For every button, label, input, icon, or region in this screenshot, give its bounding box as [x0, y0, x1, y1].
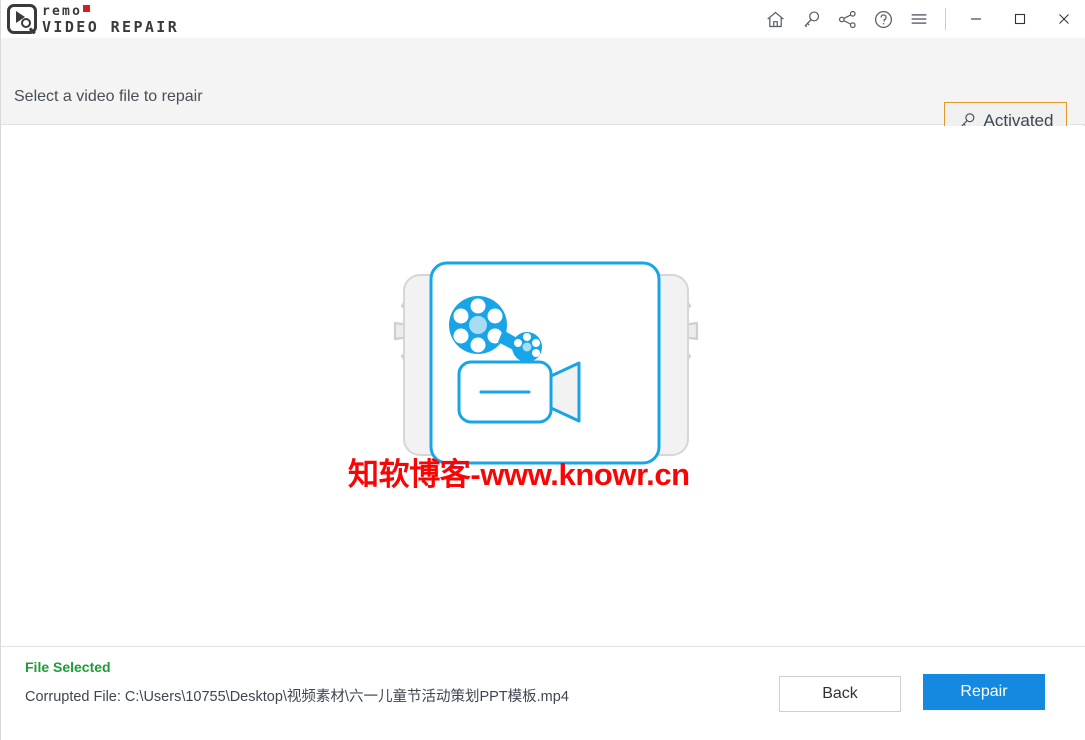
selected-file-path: Corrupted File: C:\Users\10755\Desktop\视…	[25, 689, 569, 705]
back-button[interactable]: Back	[779, 676, 901, 712]
repair-button[interactable]: Repair	[923, 674, 1045, 710]
minimize-button[interactable]	[954, 0, 998, 38]
close-button[interactable]	[1042, 0, 1085, 38]
key-icon[interactable]	[793, 0, 829, 38]
logo-primary-label: remo	[42, 4, 83, 19]
share-icon[interactable]	[829, 0, 865, 38]
logo-red-square-icon	[83, 5, 91, 12]
page-title: Select a video file to repair	[14, 88, 203, 105]
help-icon[interactable]	[865, 0, 901, 38]
logo-primary-text: remo	[42, 5, 179, 18]
magnifier-icon	[21, 18, 31, 28]
home-icon[interactable]	[757, 0, 793, 38]
logo-secondary-label: VIDEO REPAIR	[42, 18, 180, 36]
menu-icon[interactable]	[901, 0, 937, 38]
page-header: Select a video file to repair Activated	[1, 38, 1085, 139]
camera-icon	[457, 360, 581, 424]
status-badge: File Selected	[25, 659, 111, 675]
logo-text-block: remo VIDEO REPAIR	[42, 5, 179, 35]
main-content: 知软博客-www.knowr.cn	[1, 126, 1085, 646]
app-logo: remo VIDEO REPAIR	[7, 2, 179, 36]
title-bar: remo VIDEO REPAIR	[1, 0, 1085, 38]
remo-logo-icon	[7, 4, 37, 34]
titlebar-divider	[945, 8, 946, 30]
maximize-button[interactable]	[998, 0, 1042, 38]
app-window: remo VIDEO REPAIR Select a video file to…	[0, 0, 1085, 740]
titlebar-actions	[757, 0, 1085, 38]
video-repair-illustration	[393, 261, 699, 465]
